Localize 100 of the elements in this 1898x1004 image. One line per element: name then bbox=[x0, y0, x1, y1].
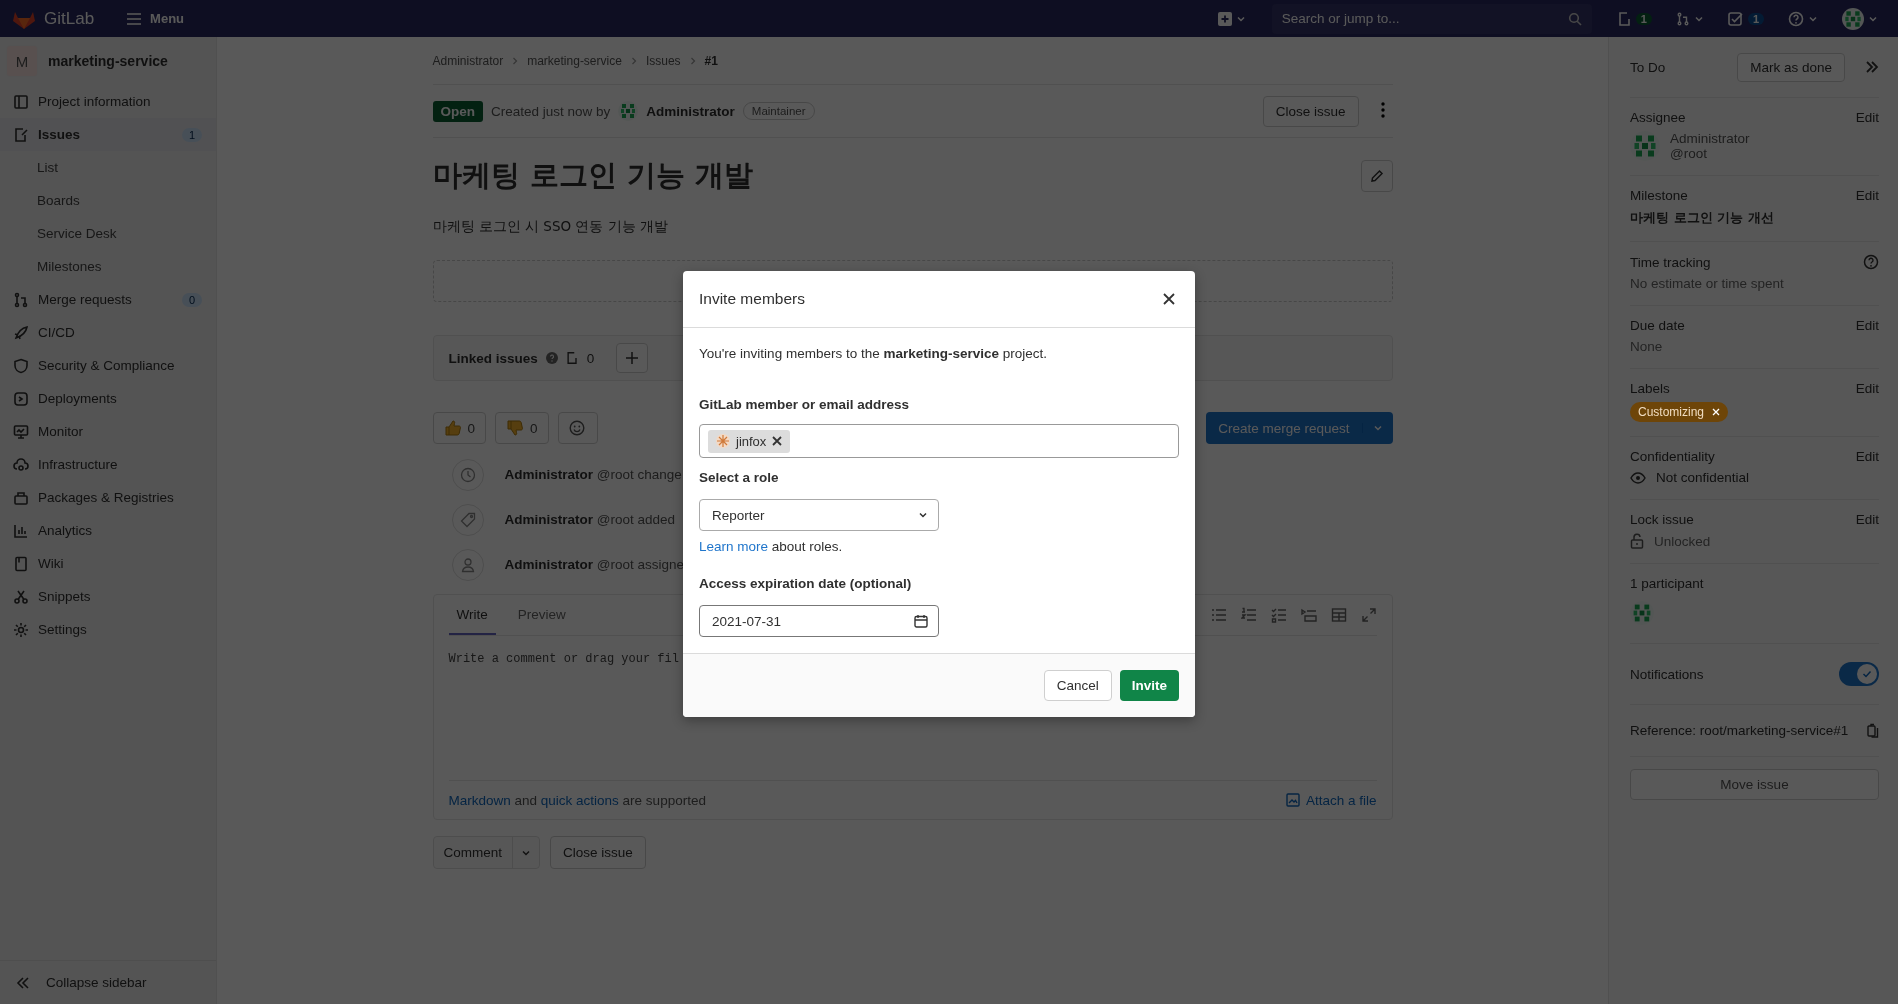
notifications-label: Notifications bbox=[1630, 666, 1704, 682]
sidebar-item[interactable]: Packages & Registries bbox=[0, 481, 216, 514]
edit-link[interactable]: Edit bbox=[1855, 381, 1879, 396]
section-heading: Due date bbox=[1630, 318, 1685, 333]
role-select[interactable]: Reporter bbox=[699, 499, 939, 531]
issue-description: 마케팅 로그인 시 SSO 연동 기능 개발 bbox=[432, 218, 669, 236]
dialog-title: Invite members bbox=[699, 290, 805, 308]
edit-title-button[interactable] bbox=[1360, 160, 1393, 192]
double-chevron-right-icon[interactable] bbox=[1865, 61, 1879, 73]
edit-link[interactable]: Edit bbox=[1855, 110, 1879, 125]
comment-placeholder[interactable]: Write a comment or drag your fil bbox=[448, 652, 679, 666]
mark-as-done-button[interactable]: Mark as done bbox=[1737, 52, 1845, 82]
markdown-support-text: Markdown and quick actions are supported bbox=[448, 792, 706, 808]
date-input-field[interactable]: 2021-07-31 bbox=[699, 605, 939, 637]
project-avatar: M bbox=[6, 45, 38, 77]
sidebar-subitem[interactable]: List bbox=[0, 151, 216, 184]
learn-more-link[interactable]: Learn more bbox=[699, 539, 769, 554]
copy-icon[interactable] bbox=[1867, 723, 1879, 738]
breadcrumb-link[interactable]: Issues bbox=[645, 53, 681, 68]
checklist-icon[interactable] bbox=[1270, 607, 1287, 623]
invite-button[interactable]: Invite bbox=[1119, 670, 1179, 701]
markdown-link[interactable]: Markdown bbox=[448, 792, 511, 808]
issues-button[interactable]: 1 bbox=[1609, 6, 1660, 31]
pencil-icon bbox=[1369, 169, 1384, 183]
logo-text[interactable]: GitLab bbox=[44, 8, 95, 29]
reaction-button[interactable] bbox=[557, 412, 598, 444]
sidebar-item[interactable]: Merge requests 0 bbox=[0, 283, 216, 316]
deploy-icon bbox=[13, 390, 29, 407]
sidebar-item[interactable]: Project information bbox=[0, 85, 216, 118]
help-icon[interactable] bbox=[1863, 254, 1879, 270]
edit-link[interactable]: Edit bbox=[1855, 318, 1879, 333]
issues-icon bbox=[13, 126, 29, 143]
reaction-button[interactable]: 0 bbox=[432, 412, 486, 444]
sidebar-subitem[interactable]: Service Desk bbox=[0, 217, 216, 250]
rocket-icon bbox=[13, 324, 29, 341]
comment-button[interactable]: Comment bbox=[432, 836, 540, 869]
chart-icon bbox=[13, 522, 29, 539]
quick-actions-link[interactable]: quick actions bbox=[540, 792, 619, 808]
user-avatar bbox=[1842, 7, 1864, 30]
sidebar-subitem[interactable]: Milestones bbox=[0, 250, 216, 283]
bullet-list-icon[interactable] bbox=[1210, 607, 1227, 623]
member-input-field[interactable]: jinfox bbox=[699, 424, 1179, 458]
assignee-name[interactable]: Administrator bbox=[1670, 131, 1750, 146]
caret-icon bbox=[1372, 423, 1383, 433]
project-name[interactable]: marketing-service bbox=[48, 53, 168, 69]
sidebar-item[interactable]: Infrastructure bbox=[0, 448, 216, 481]
table-icon[interactable] bbox=[1330, 607, 1347, 623]
expand-icon[interactable] bbox=[1360, 607, 1377, 623]
reaction-button[interactable]: 0 bbox=[495, 412, 549, 444]
author-link[interactable]: Administrator bbox=[646, 103, 735, 119]
breadcrumb-link[interactable]: #1 bbox=[704, 53, 718, 68]
collapse-sidebar-button[interactable]: Collapse sidebar bbox=[0, 960, 216, 1004]
sidebar-item[interactable]: Snippets bbox=[0, 580, 216, 613]
reference-text: Reference: root/marketing-service#1 bbox=[1630, 723, 1849, 738]
search-field[interactable]: Search or jump to... bbox=[1271, 3, 1592, 34]
edit-link[interactable]: Edit bbox=[1855, 512, 1879, 527]
shield-icon bbox=[13, 357, 29, 374]
close-issue-button[interactable]: Close issue bbox=[550, 836, 646, 869]
user-avatar bbox=[716, 434, 730, 448]
sidebar-item[interactable]: Settings bbox=[0, 613, 216, 646]
eye-icon bbox=[1630, 471, 1646, 484]
breadcrumb-link[interactable]: Administrator bbox=[432, 53, 504, 68]
collapsible-section-icon[interactable] bbox=[1300, 607, 1317, 623]
breadcrumb-link[interactable]: marketing-service bbox=[527, 53, 622, 68]
edit-link[interactable]: Edit bbox=[1855, 188, 1879, 203]
chevron-right-icon bbox=[629, 56, 638, 65]
issues-icon bbox=[1617, 10, 1632, 27]
editor-tab[interactable]: Write bbox=[448, 595, 496, 635]
merge-icon bbox=[13, 291, 29, 308]
sidebar-item[interactable]: Monitor bbox=[0, 415, 216, 448]
status-badge: Open bbox=[432, 100, 483, 122]
image-icon bbox=[1285, 793, 1300, 807]
remove-icon[interactable] bbox=[772, 436, 783, 446]
attach-file-link[interactable]: Attach a file bbox=[1285, 792, 1377, 808]
close-icon[interactable] bbox=[1712, 408, 1721, 416]
move-issue-button[interactable]: Move issue bbox=[1630, 769, 1879, 800]
cancel-button[interactable]: Cancel bbox=[1043, 670, 1112, 701]
search-placeholder[interactable]: Search or jump to... bbox=[1281, 11, 1568, 26]
milestone-value[interactable]: 마케팅 로그인 기능 개선 bbox=[1630, 209, 1879, 227]
label-tag[interactable]: Customizing bbox=[1630, 402, 1729, 422]
add-linked-issue-button[interactable] bbox=[616, 343, 649, 373]
kebab-icon bbox=[1380, 101, 1385, 118]
sidebar-item[interactable]: CI/CD bbox=[0, 316, 216, 349]
participants-heading: 1 participant bbox=[1630, 576, 1705, 591]
create-merge-request-button[interactable]: Create merge request bbox=[1206, 412, 1393, 444]
todos-button[interactable]: 1 bbox=[1719, 7, 1772, 30]
help-icon[interactable] bbox=[545, 352, 558, 364]
edit-link[interactable]: Edit bbox=[1855, 449, 1879, 464]
close-issue-button[interactable]: Close issue bbox=[1262, 95, 1359, 127]
sidebar-subitem[interactable]: Boards bbox=[0, 184, 216, 217]
count-badge: 1 bbox=[1635, 12, 1652, 25]
notifications-toggle[interactable] bbox=[1839, 662, 1879, 686]
sidebar-item[interactable]: Deployments bbox=[0, 382, 216, 415]
menu-button[interactable]: Menu bbox=[120, 10, 191, 27]
user-avatar bbox=[618, 101, 639, 121]
numbered-list-icon[interactable] bbox=[1240, 607, 1257, 623]
checkbox-icon bbox=[1727, 11, 1744, 26]
sidebar-item[interactable]: Analytics bbox=[0, 514, 216, 547]
sidebar-item[interactable]: Wiki bbox=[0, 547, 216, 580]
sidebar-item[interactable]: Security & Compliance bbox=[0, 349, 216, 382]
